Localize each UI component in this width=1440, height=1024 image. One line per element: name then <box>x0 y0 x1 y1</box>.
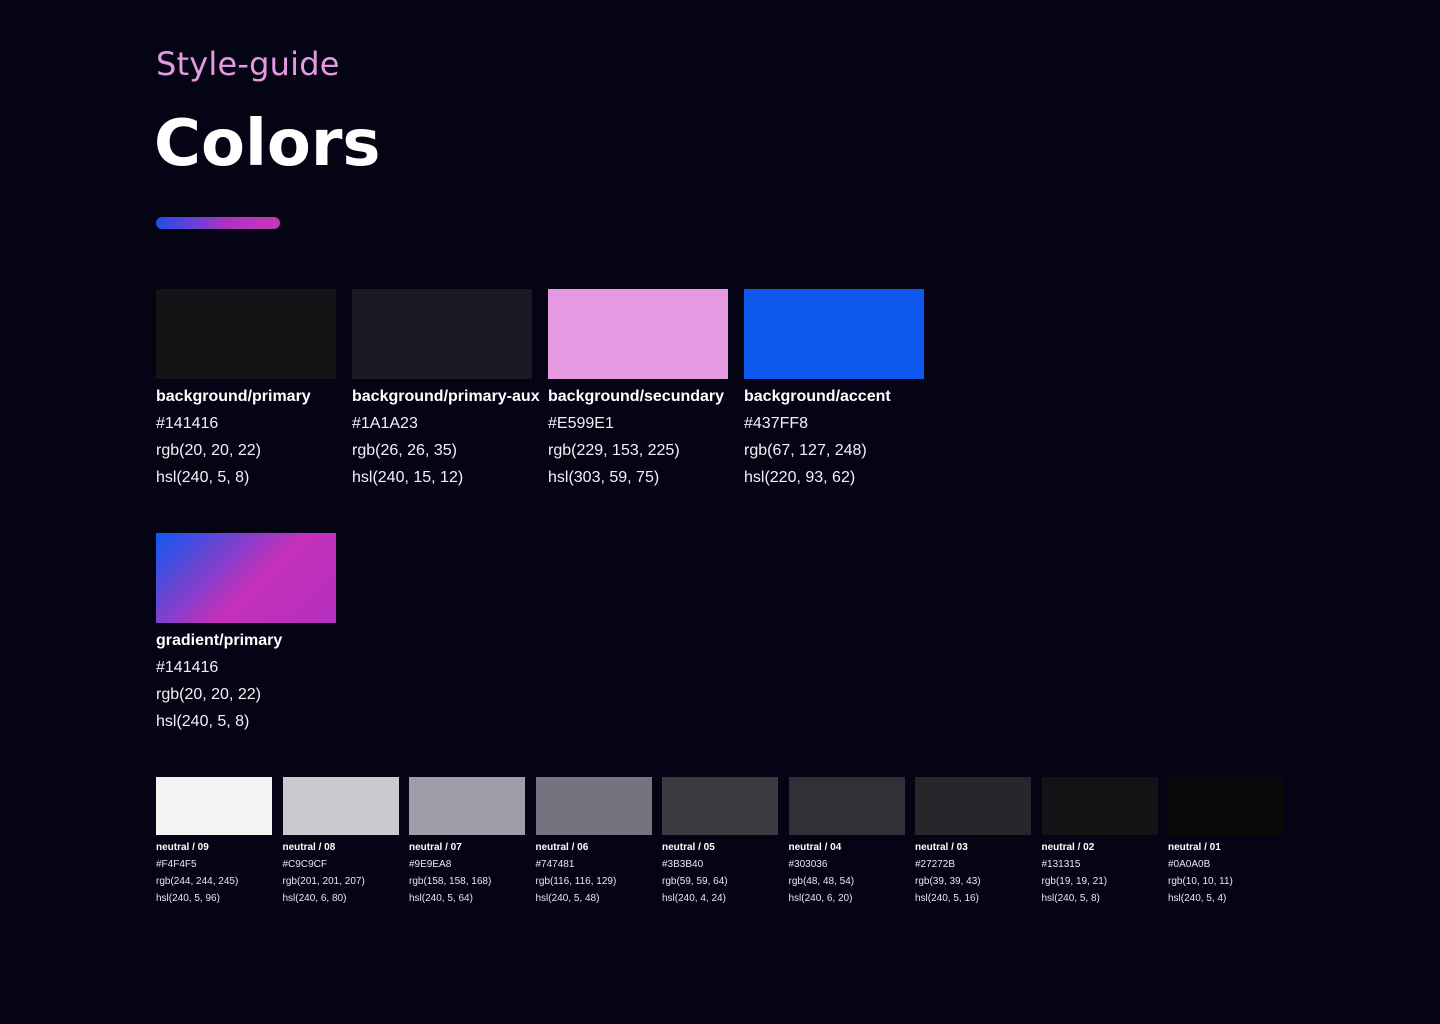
color-hex: #437FF8 <box>744 415 809 432</box>
color-hsl: hsl(240, 5, 8) <box>156 713 250 730</box>
color-hex: #141416 <box>156 659 219 676</box>
color-hex: #C9C9CF <box>282 859 327 870</box>
color-swatch <box>1041 777 1158 835</box>
neutral-card-07: neutral / 07 #9E9EA8 rgb(158, 158, 168) … <box>409 777 525 905</box>
color-hsl: hsl(220, 93, 62) <box>744 469 856 486</box>
color-hex: #131315 <box>1041 859 1081 870</box>
color-rgb: rgb(39, 39, 43) <box>915 876 981 887</box>
color-hsl: hsl(240, 5, 64) <box>409 893 473 904</box>
color-hex: #E599E1 <box>548 415 614 432</box>
color-swatch <box>156 289 336 379</box>
color-rgb: rgb(20, 20, 22) <box>156 686 261 703</box>
color-card-background-primary-aux: background/primary-aux #1A1A23 rgb(26, 2… <box>352 289 540 488</box>
color-hex: #141416 <box>156 415 219 432</box>
color-rgb: rgb(229, 153, 225) <box>548 442 680 459</box>
color-swatch <box>548 289 728 379</box>
color-swatch <box>409 777 525 835</box>
color-rgb: rgb(158, 158, 168) <box>409 876 492 887</box>
color-hsl: hsl(240, 5, 8) <box>1041 893 1100 904</box>
color-hex: #F4F4F5 <box>156 859 197 870</box>
color-hex: #747481 <box>535 859 575 870</box>
color-swatch <box>282 777 399 835</box>
color-rgb: rgb(10, 10, 11) <box>1168 876 1233 887</box>
color-hex: #1A1A23 <box>352 415 418 432</box>
color-name: neutral / 04 <box>788 842 842 853</box>
color-name: neutral / 09 <box>156 842 209 853</box>
color-name: neutral / 01 <box>1168 842 1221 853</box>
neutral-card-05: neutral / 05 #3B3B40 rgb(59, 59, 64) hsl… <box>662 777 778 905</box>
color-hex: #3B3B40 <box>662 859 704 870</box>
neutral-card-06: neutral / 06 #747481 rgb(116, 116, 129) … <box>535 777 652 905</box>
color-name: neutral / 06 <box>535 842 589 853</box>
color-rgb: rgb(67, 127, 248) <box>744 442 867 459</box>
color-hsl: hsl(303, 59, 75) <box>548 469 660 486</box>
color-rgb: rgb(48, 48, 54) <box>788 876 855 887</box>
color-name: background/primary-aux <box>352 388 540 405</box>
color-rgb: rgb(26, 26, 35) <box>352 442 457 459</box>
color-swatch <box>535 777 652 835</box>
neutral-card-02: neutral / 02 #131315 rgb(19, 19, 21) hsl… <box>1041 777 1158 905</box>
color-hsl: hsl(240, 15, 12) <box>352 469 464 486</box>
color-hex: #0A0A0B <box>1168 859 1211 870</box>
neutral-card-08: neutral / 08 #C9C9CF rgb(201, 201, 207) … <box>282 777 399 905</box>
color-hsl: hsl(240, 5, 96) <box>156 893 220 904</box>
color-name: neutral / 07 <box>409 842 462 853</box>
neutral-card-09: neutral / 09 #F4F4F5 rgb(244, 244, 245) … <box>156 777 272 905</box>
gradient-swatch <box>156 533 336 623</box>
color-rgb: rgb(244, 244, 245) <box>156 876 239 887</box>
color-rgb: rgb(19, 19, 21) <box>1041 876 1108 887</box>
color-swatch <box>1168 777 1284 835</box>
page-subtitle: Style-guide <box>156 45 340 83</box>
color-hsl: hsl(240, 5, 48) <box>535 893 600 904</box>
neutral-card-03: neutral / 03 #27272B rgb(39, 39, 43) hsl… <box>915 777 1031 905</box>
color-swatch <box>744 289 924 379</box>
color-name: neutral / 03 <box>915 842 968 853</box>
neutral-card-04: neutral / 04 #303036 rgb(48, 48, 54) hsl… <box>788 777 905 905</box>
page-title: Colors <box>154 107 381 181</box>
color-hex: #9E9EA8 <box>409 859 452 870</box>
color-name: gradient/primary <box>156 632 283 649</box>
title-accent-bar <box>156 217 280 229</box>
color-swatch <box>352 289 532 379</box>
color-rgb: rgb(116, 116, 129) <box>535 876 617 887</box>
color-hsl: hsl(240, 6, 20) <box>788 893 853 904</box>
color-name: neutral / 02 <box>1041 842 1095 853</box>
color-card-background-primary: background/primary #141416 rgb(20, 20, 2… <box>156 289 336 488</box>
color-card-gradient-primary: gradient/primary #141416 rgb(20, 20, 22)… <box>156 533 336 732</box>
color-hex: #27272B <box>915 859 956 870</box>
color-swatch <box>788 777 905 835</box>
color-name: background/secundary <box>548 388 725 405</box>
color-hsl: hsl(240, 5, 4) <box>1168 893 1227 904</box>
color-swatch <box>662 777 778 835</box>
color-name: background/accent <box>744 388 891 405</box>
color-hsl: hsl(240, 5, 8) <box>156 469 250 486</box>
color-name: neutral / 08 <box>282 842 336 853</box>
color-name: background/primary <box>156 388 311 405</box>
neutral-card-01: neutral / 01 #0A0A0B rgb(10, 10, 11) hsl… <box>1168 777 1284 905</box>
color-swatch <box>915 777 1031 835</box>
color-swatch <box>156 777 272 835</box>
color-hsl: hsl(240, 5, 16) <box>915 893 979 904</box>
color-rgb: rgb(20, 20, 22) <box>156 442 261 459</box>
color-card-background-accent: background/accent #437FF8 rgb(67, 127, 2… <box>744 289 924 488</box>
color-hex: #303036 <box>788 859 828 870</box>
color-hsl: hsl(240, 6, 80) <box>282 893 347 904</box>
color-name: neutral / 05 <box>662 842 715 853</box>
color-card-background-secundary: background/secundary #E599E1 rgb(229, 15… <box>548 289 728 488</box>
neutral-palette: neutral / 09 #F4F4F5 rgb(244, 244, 245) … <box>156 777 1284 905</box>
color-rgb: rgb(201, 201, 207) <box>282 876 365 887</box>
color-rgb: rgb(59, 59, 64) <box>662 876 728 887</box>
color-hsl: hsl(240, 4, 24) <box>662 893 726 904</box>
